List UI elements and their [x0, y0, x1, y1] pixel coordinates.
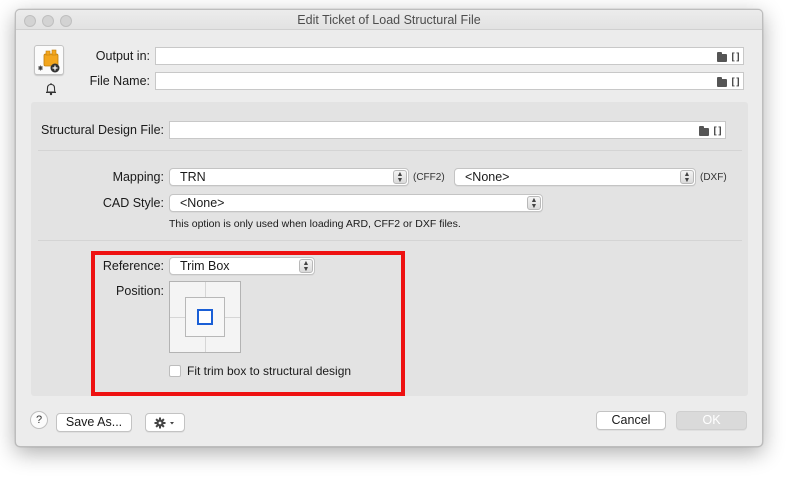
mapping-dxf-suffix: (DXF) [700, 172, 727, 183]
ok-button[interactable]: OK [676, 411, 747, 430]
settings-menu-button[interactable] [145, 413, 185, 432]
variable-brackets-icon[interactable]: [] [730, 52, 741, 63]
separator [38, 240, 742, 241]
output-in-field[interactable]: [] [155, 47, 744, 65]
chevron-updown-icon: ▲ ▼ [527, 196, 541, 210]
mapping-cff2-select[interactable]: TRN ▲ ▼ [169, 168, 409, 186]
cad-style-label: CAD Style: [102, 196, 164, 210]
folder-icon[interactable] [716, 52, 727, 62]
dropdown-arrow-icon [170, 422, 174, 425]
title-bar: Edit Ticket of Load Structural File [16, 10, 762, 30]
cancel-button[interactable]: Cancel [596, 411, 666, 430]
cad-style-note: This option is only used when loading AR… [169, 218, 461, 230]
chevron-updown-icon: ▲ ▼ [393, 170, 407, 184]
mapping-dxf-select[interactable]: <None> ▲ ▼ [454, 168, 696, 186]
cad-style-select[interactable]: <None> ▲ ▼ [169, 194, 543, 212]
output-in-label: Output in: [95, 49, 150, 63]
folder-icon[interactable] [698, 126, 709, 136]
help-button[interactable]: ? [30, 411, 48, 429]
structural-design-file-field[interactable]: [] [169, 121, 726, 139]
mapping-label: Mapping: [112, 170, 164, 184]
file-name-label: File Name: [89, 74, 150, 88]
separator [38, 150, 742, 151]
load-structural-ticket-icon [34, 45, 64, 75]
chevron-updown-icon: ▲ ▼ [680, 170, 694, 184]
variable-brackets-icon[interactable]: [] [712, 126, 723, 137]
highlight-annotation [91, 251, 405, 396]
folder-icon[interactable] [716, 77, 727, 87]
dialog-window: Edit Ticket of Load Structural File Outp… [15, 9, 763, 447]
file-name-field[interactable]: [] [155, 72, 744, 90]
mapping-cff2-suffix: (CFF2) [413, 172, 445, 183]
save-as-button[interactable]: Save As... [56, 413, 132, 432]
bell-icon[interactable] [43, 81, 59, 97]
structural-design-file-label: Structural Design File: [41, 123, 164, 137]
gear-icon [154, 417, 174, 429]
window-title: Edit Ticket of Load Structural File [297, 13, 481, 27]
variable-brackets-icon[interactable]: [] [730, 77, 741, 88]
